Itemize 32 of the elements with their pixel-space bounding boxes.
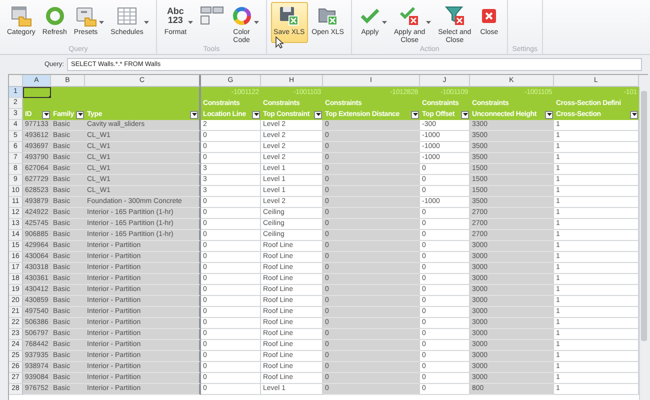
filter-button[interactable] — [630, 110, 638, 118]
dropdown-arrow-icon — [546, 113, 552, 116]
grid-icons-drawing — [200, 5, 224, 27]
filter-button[interactable] — [42, 110, 50, 118]
scrollbar-thumb[interactable] — [641, 91, 647, 341]
window-folder-icon — [10, 5, 32, 27]
filter-button[interactable] — [252, 110, 260, 118]
filter-button[interactable] — [314, 110, 322, 118]
dropdown-arrow-icon — [316, 113, 320, 116]
dropdown-arrow-icon — [632, 113, 636, 116]
filter-button[interactable] — [76, 110, 84, 118]
scrollbar[interactable] — [639, 87, 648, 400]
dropdown-arrow-icon — [78, 113, 82, 116]
color-wheel-icon — [230, 5, 253, 27]
dropdown-arrow-icon — [254, 113, 258, 116]
mouse-pointer-icon — [275, 36, 284, 49]
format-icon: Abc 123 — [166, 5, 184, 27]
filter-button[interactable] — [545, 110, 553, 118]
checkmark-close-icon — [398, 5, 421, 27]
funnel-close-icon — [444, 5, 466, 27]
filter-button[interactable] — [461, 110, 469, 118]
corner-cell[interactable] — [9, 75, 23, 87]
filter-button[interactable] — [190, 110, 198, 118]
floppy-disk-icon — [278, 5, 300, 27]
filter-button[interactable] — [411, 110, 419, 118]
box-folder-icon — [74, 5, 97, 27]
dropdown-arrow-icon — [44, 113, 48, 116]
dropdown-arrow-icon — [412, 113, 418, 116]
table-icon — [116, 5, 138, 27]
dropdown-arrow-icon — [192, 113, 196, 116]
refresh-icon — [44, 5, 66, 27]
dropdown-arrow-icon — [462, 113, 468, 116]
